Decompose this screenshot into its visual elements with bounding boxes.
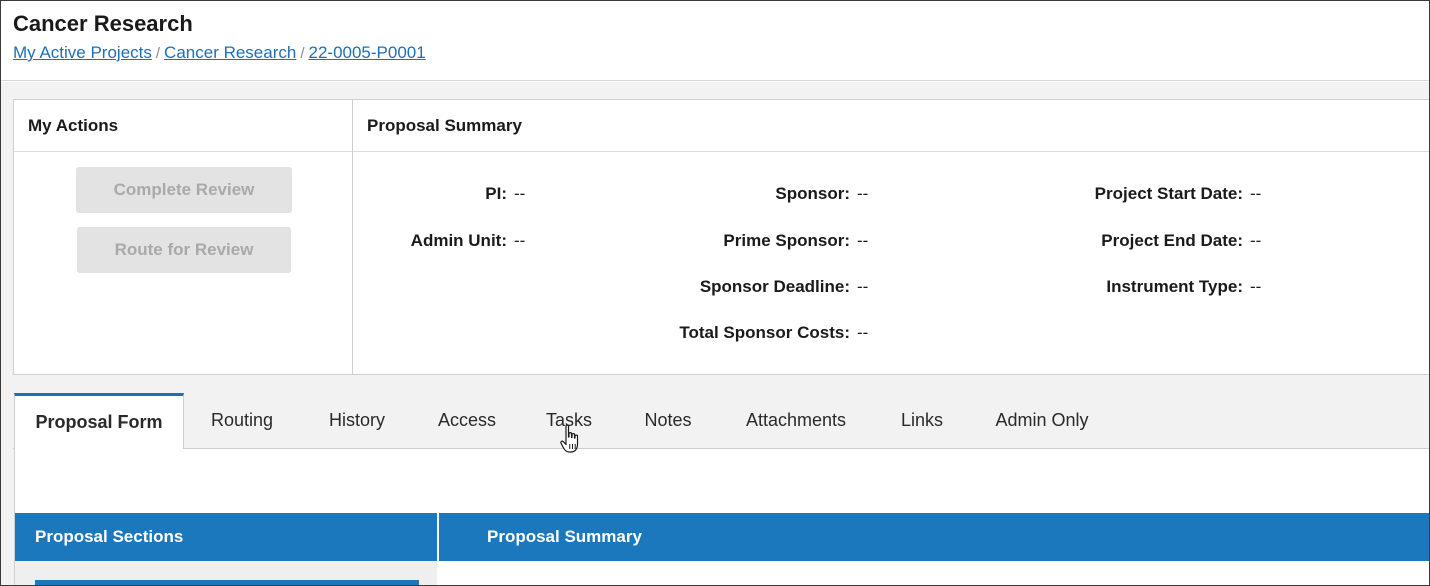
field-prime-sponsor-value: -- xyxy=(857,231,869,250)
field-pi-label: PI: xyxy=(485,184,507,203)
field-total-sponsor-costs-label: Total Sponsor Costs: xyxy=(679,323,850,342)
tab-bar: Proposal Form Routing History Access Tas… xyxy=(13,393,1429,449)
tab-access[interactable]: Access xyxy=(426,393,508,448)
field-total-sponsor-costs: Total Sponsor Costs: xyxy=(603,323,856,345)
tab-history[interactable]: History xyxy=(313,393,401,448)
field-admin-unit-label: Admin Unit: xyxy=(410,231,507,250)
field-instrument-type-value: -- xyxy=(1250,277,1262,296)
proposal-summary-header: Proposal Summary xyxy=(439,513,1429,561)
tab-routing[interactable]: Routing xyxy=(198,393,286,448)
breadcrumb-separator: / xyxy=(155,45,161,62)
breadcrumb-my-active-projects[interactable]: My Active Projects xyxy=(13,43,152,62)
field-sponsor-deadline-label: Sponsor Deadline: xyxy=(699,277,850,296)
field-instrument-type: Instrument Type: xyxy=(993,277,1249,299)
app-window: Cancer Research My Active Projects / Cance… xyxy=(0,0,1430,586)
route-for-review-button[interactable]: Route for Review xyxy=(77,227,291,273)
field-sponsor-label: Sponsor: xyxy=(775,184,850,203)
field-project-end-date: Project End Date: xyxy=(993,231,1249,253)
proposal-summary-panel: Proposal Summary PI: -- Admin Unit: -- S… xyxy=(353,100,1429,374)
proposal-summary-title: Proposal Summary xyxy=(353,100,1429,152)
field-pi-value: -- xyxy=(514,184,526,203)
field-sponsor-deadline: Sponsor Deadline: xyxy=(603,277,856,299)
complete-review-button[interactable]: Complete Review xyxy=(76,167,292,213)
breadcrumb: My Active Projects / Cancer Research/22-00… xyxy=(13,43,426,63)
my-actions-panel: My Actions Complete Review Route for Rev… xyxy=(14,100,353,374)
tab-notes[interactable]: Notes xyxy=(632,393,704,448)
field-sponsor: Sponsor: xyxy=(603,184,856,206)
field-admin-unit: Admin Unit: xyxy=(353,231,513,253)
field-project-start-date-label: Project Start Date: xyxy=(1094,184,1243,203)
tab-attachments[interactable]: Attachments xyxy=(733,393,859,448)
proposal-sections-header: Proposal Sections xyxy=(15,513,437,561)
my-actions-title: My Actions xyxy=(14,100,352,152)
breadcrumb-proposal-id[interactable]: 22-0005-P0001 xyxy=(309,43,426,62)
field-project-start-date: Project Start Date: xyxy=(993,184,1249,206)
proposal-section-item[interactable] xyxy=(35,580,419,585)
tab-admin-only[interactable]: Admin Only xyxy=(984,393,1100,448)
tab-links[interactable]: Links xyxy=(887,393,957,448)
breadcrumb-cancer-research[interactable]: Cancer Research xyxy=(164,43,296,62)
hand-cursor-icon xyxy=(560,424,579,453)
field-prime-sponsor: Prime Sponsor: xyxy=(603,231,856,253)
field-project-end-date-label: Project End Date: xyxy=(1101,231,1243,250)
field-sponsor-deadline-value: -- xyxy=(857,277,869,296)
tab-proposal-form[interactable]: Proposal Form xyxy=(14,393,184,449)
proposal-overview-card: My Actions Complete Review Route for Rev… xyxy=(13,99,1429,375)
field-project-start-date-value: -- xyxy=(1250,184,1262,203)
page-header: Cancer Research My Active Projects / Cance… xyxy=(1,1,1429,81)
field-instrument-type-label: Instrument Type: xyxy=(1106,277,1243,296)
field-prime-sponsor-label: Prime Sponsor: xyxy=(723,231,850,250)
field-sponsor-value: -- xyxy=(857,184,869,203)
field-pi: PI: xyxy=(353,184,513,206)
page-title: Cancer Research xyxy=(13,11,193,36)
field-admin-unit-value: -- xyxy=(514,231,526,250)
field-project-end-date-value: -- xyxy=(1250,231,1262,250)
field-total-sponsor-costs-value: -- xyxy=(857,323,869,342)
breadcrumb-separator: / xyxy=(300,45,305,62)
